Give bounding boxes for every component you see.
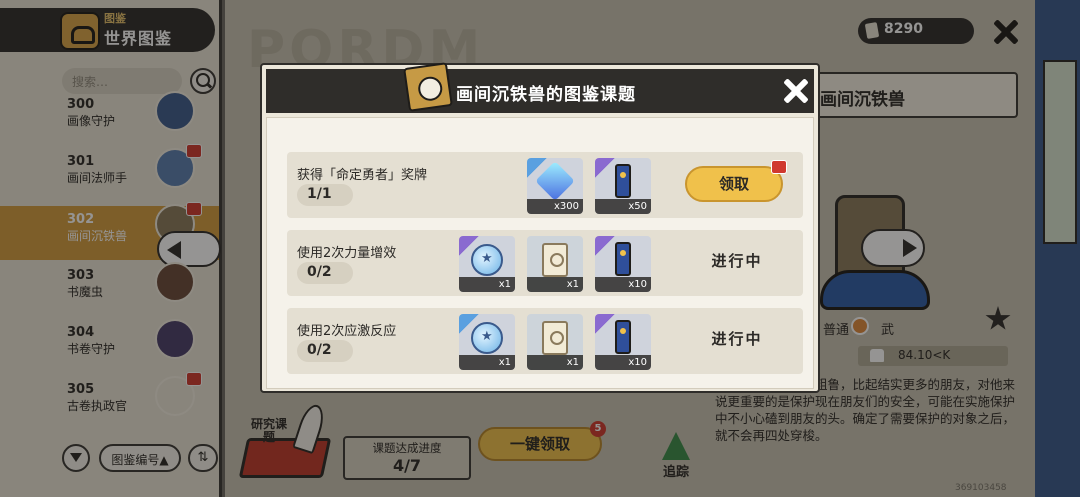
crystal-gem-icon [535,161,575,201]
reward-quantity: x10 [595,277,651,292]
reward-quantity: x300 [527,199,583,214]
modal-title: 画间沉铁兽的图鉴课题 [456,85,636,105]
task-status: 进行中 [711,252,763,270]
task-progress: 1/1 [297,184,353,206]
blue-tag-icon [615,320,631,354]
claim-button[interactable]: 领取 [685,160,787,202]
blue-orb-icon [471,244,503,276]
topic-modal: 画间沉铁兽的图鉴课题 获得「命定勇者」奖牌 1/1 x300 x50 领取 使用… [260,62,820,393]
close-icon[interactable] [782,77,810,105]
reward-item[interactable]: x1 [459,314,515,370]
task-status: 进行中 [711,330,763,348]
modal-body: 获得「命定勇者」奖牌 1/1 x300 x50 领取 使用2次力量增效 0/2 … [266,117,814,389]
blue-orb-icon [471,322,503,354]
reward-item[interactable]: x1 [527,236,583,292]
user-id: 369103458 [955,483,1007,493]
reward-quantity: x1 [459,355,515,370]
reward-item[interactable]: x50 [595,158,651,214]
reward-quantity: x10 [595,355,651,370]
task-row: 获得「命定勇者」奖牌 1/1 x300 x50 领取 [287,152,803,218]
task-progress: 0/2 [297,340,353,362]
task-description: 使用2次应激反应 [297,324,397,339]
claim-label: 领取 [718,175,749,193]
task-row: 使用2次力量增效 0/2 x1 x1 x10 进行中 [287,230,803,296]
blue-tag-icon [615,164,631,198]
task-description: 使用2次力量增效 [297,246,397,261]
task-description: 获得「命定勇者」奖牌 [297,168,428,183]
scroll-icon [542,321,568,355]
reward-quantity: x1 [527,277,583,292]
reward-item[interactable]: x10 [595,314,651,370]
task-progress: 0/2 [297,262,353,284]
reward-item[interactable]: x10 [595,236,651,292]
blue-tag-icon [615,242,631,276]
creature-badge-icon [403,62,453,112]
task-row: 使用2次应激反应 0/2 x1 x1 x10 进行中 [287,308,803,374]
gift-icon [771,160,787,174]
reward-item[interactable]: x300 [527,158,583,214]
reward-quantity: x50 [595,199,651,214]
reward-item[interactable]: x1 [527,314,583,370]
modal-header: 画间沉铁兽的图鉴课题 [266,62,814,113]
scroll-icon [542,243,568,277]
reward-item[interactable]: x1 [459,236,515,292]
reward-quantity: x1 [527,355,583,370]
reward-quantity: x1 [459,277,515,292]
